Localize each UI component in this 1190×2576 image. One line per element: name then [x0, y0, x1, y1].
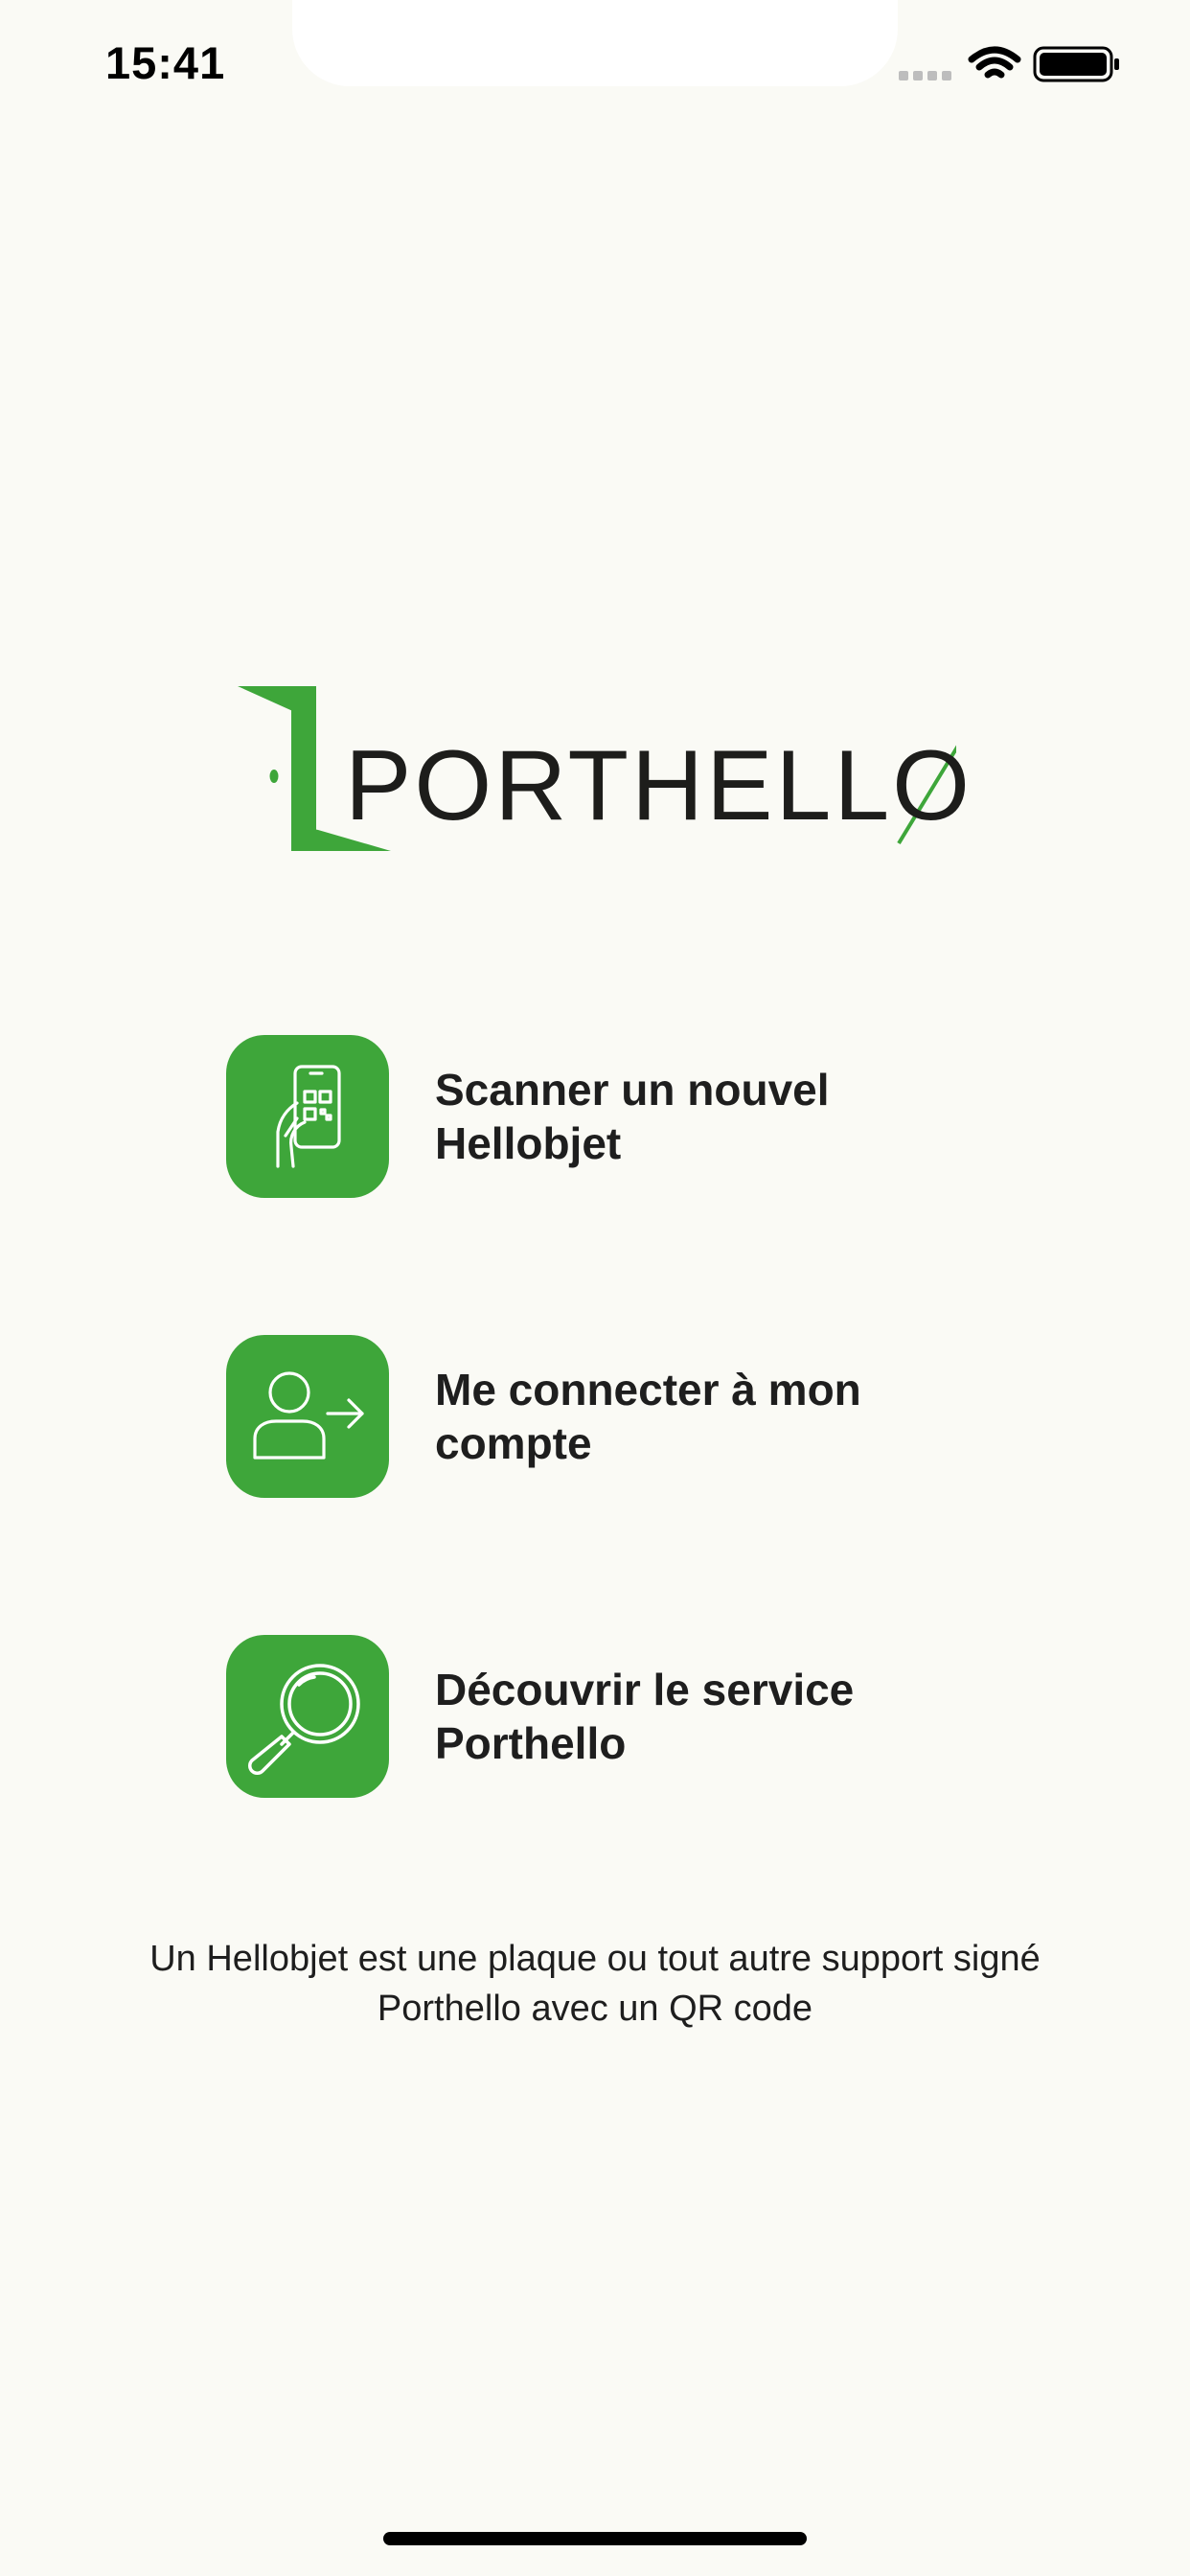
magnifier-icon: [248, 1664, 360, 1775]
battery-icon: [1033, 46, 1119, 82]
discover-icon-tile: [226, 1635, 389, 1798]
wifi-icon: [968, 46, 1021, 79]
home-indicator[interactable]: [383, 2532, 807, 2545]
device-notch: [292, 0, 898, 86]
scan-icon-tile: [226, 1035, 389, 1198]
login-account-label: Me connecter à mon compte: [435, 1365, 861, 1468]
logo-wordmark: PORTHELLO: [345, 730, 973, 841]
phone-qr-scan-icon: [276, 1065, 341, 1168]
status-time: 15:41: [105, 37, 226, 88]
status-icons: [899, 46, 1119, 82]
discover-service-label: Découvrir le service Porthello: [435, 1665, 855, 1768]
login-account-button[interactable]: Me connecter à mon compte: [226, 1335, 993, 1498]
login-icon-tile: [226, 1335, 389, 1498]
scan-hellobjet-label: Scanner un nouvel Hellobjet: [435, 1065, 830, 1168]
hellobjet-explanation: Un Hellobjet est une plaque ou tout autr…: [149, 1939, 1041, 2029]
user-login-icon: [253, 1371, 364, 1460]
signal-icon: [899, 71, 951, 80]
discover-service-button[interactable]: Découvrir le service Porthello: [226, 1635, 993, 1798]
scan-hellobjet-button[interactable]: Scanner un nouvel Hellobjet: [226, 1035, 993, 1198]
status-bar: 15:41: [0, 0, 1190, 134]
porthello-logo: PORTHELLO: [238, 684, 970, 853]
